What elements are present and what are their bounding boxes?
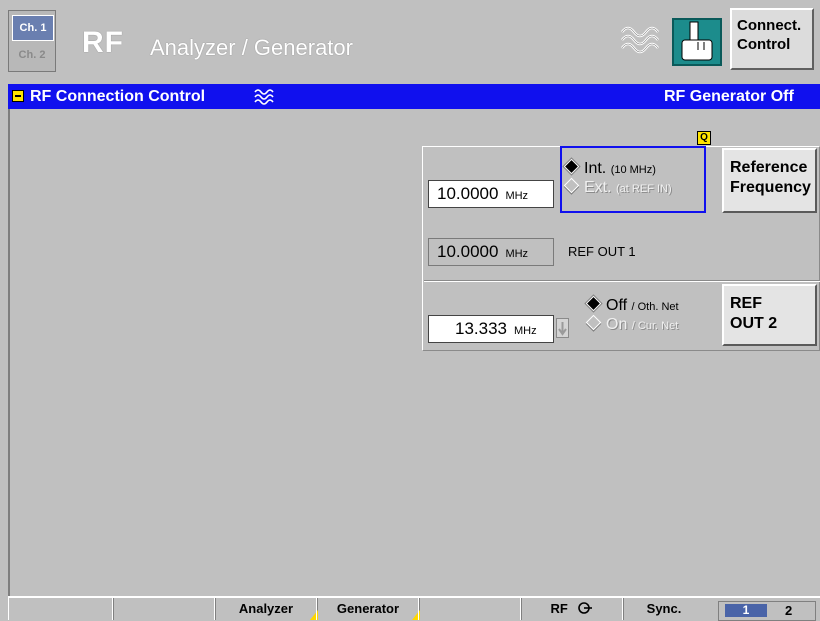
radio-off-label: Off — [606, 297, 628, 314]
channel-2-tab[interactable]: Ch. 2 — [12, 43, 52, 67]
ref-out-2-radio-group[interactable]: Off / Oth. Net On / Cur. Net — [584, 295, 724, 339]
menu-minimize-icon[interactable] — [12, 90, 24, 102]
q-indicator-icon: Q — [697, 131, 711, 145]
radio-selected-icon — [585, 295, 602, 312]
analyzer-tab-label: Analyzer — [238, 601, 294, 616]
reference-frequency-value: 10.0000 — [437, 184, 499, 203]
sync-tab[interactable]: Sync. — [622, 598, 705, 620]
bottom-key-5[interactable] — [418, 598, 522, 620]
radio-internal-detail: (10 MHz) — [610, 164, 656, 176]
ref-out-1-field: 10.0000 MHz — [428, 238, 554, 266]
arrow-down-icon — [558, 322, 567, 336]
ref-out-2-button[interactable]: REF OUT 2 — [722, 284, 817, 346]
reference-frequency-button-line2: Frequency — [730, 179, 811, 196]
ref-out-2-value: 13.333 — [455, 319, 507, 338]
bottom-key-2[interactable] — [112, 598, 216, 620]
generator-tab-label: Generator — [336, 601, 400, 616]
radio-external[interactable]: Ext. (at REF IN) — [563, 177, 672, 197]
connect-control-label-line2: Control — [737, 36, 791, 53]
app-title-subtitle: Analyzer / Generator — [150, 35, 353, 60]
menu-title: RF Connection Control — [30, 88, 206, 105]
ref-out-2-button-line1: REF — [730, 295, 762, 312]
channel-1-tab[interactable]: Ch. 1 — [12, 15, 54, 41]
ref-out-1-unit: MHz — [505, 248, 529, 260]
radio-selected-icon — [563, 158, 580, 175]
connect-control-label-line1: Connect. — [737, 17, 802, 34]
radio-unselected-icon — [563, 177, 580, 194]
reference-source-radio-group[interactable]: Int. (10 MHz) Ext. (at REF IN) — [560, 146, 706, 213]
page-2-indicator[interactable]: 2 — [785, 602, 792, 619]
radio-external-detail: (at REF IN) — [616, 183, 672, 195]
reference-frequency-field[interactable]: 10.0000 MHz — [428, 180, 554, 208]
reference-frequency-unit: MHz — [505, 190, 529, 202]
channel-selector[interactable]: Ch. 1 Ch. 2 — [8, 10, 56, 72]
rf-generator-status: RF Generator Off — [664, 88, 794, 105]
bottom-softkey-bar: Analyzer Generator RF Sync. 1 2 — [8, 596, 820, 621]
radio-off-detail: / Oth. Net — [631, 301, 679, 313]
analyzer-tab[interactable]: Analyzer — [214, 598, 318, 620]
rf-wave-small-icon — [254, 89, 274, 105]
ref-out-2-unit: MHz — [514, 325, 537, 337]
hand-pointer-icon[interactable] — [672, 18, 722, 66]
page-switch[interactable]: 1 2 — [718, 601, 816, 621]
ref-out-2-field[interactable]: 13.333 MHz — [428, 315, 554, 343]
connect-control-button[interactable]: Connect. Control — [730, 8, 814, 70]
radio-internal[interactable]: Int. (10 MHz) — [563, 158, 656, 178]
reference-frequency-button[interactable]: Reference Frequency — [722, 148, 817, 213]
generator-tab[interactable]: Generator — [316, 598, 420, 620]
ref-out-2-button-line2: OUT 2 — [730, 315, 778, 332]
menu-title-bar: RF Connection Control RF Generator Off — [8, 84, 820, 109]
radio-on-label: On — [606, 316, 628, 333]
rf-connector-tab[interactable]: RF — [520, 598, 624, 620]
connector-icon — [578, 602, 593, 614]
header-bar: Ch. 1 Ch. 2 RF Analyzer / Generator Conn… — [0, 0, 820, 82]
rf-wave-icon — [621, 26, 659, 54]
radio-internal-label: Int. — [584, 160, 607, 177]
app-title-rf: RF — [82, 26, 124, 59]
page-1-indicator[interactable]: 1 — [725, 604, 767, 617]
panel-divider — [424, 280, 820, 282]
rf-connector-label: RF — [550, 601, 568, 616]
ref-out-2-stepper[interactable] — [556, 318, 569, 338]
radio-on-detail: / Cur. Net — [631, 320, 679, 332]
bottom-key-1[interactable] — [8, 598, 114, 620]
radio-on[interactable]: On / Cur. Net — [585, 314, 679, 334]
radio-external-label: Ext. — [584, 179, 612, 196]
ref-out-1-value: 10.0000 — [437, 242, 499, 261]
reference-frequency-button-line1: Reference — [730, 159, 808, 176]
radio-off[interactable]: Off / Oth. Net — [585, 295, 679, 315]
radio-unselected-icon — [585, 314, 602, 331]
ref-out-1-label: REF OUT 1 — [568, 244, 636, 259]
